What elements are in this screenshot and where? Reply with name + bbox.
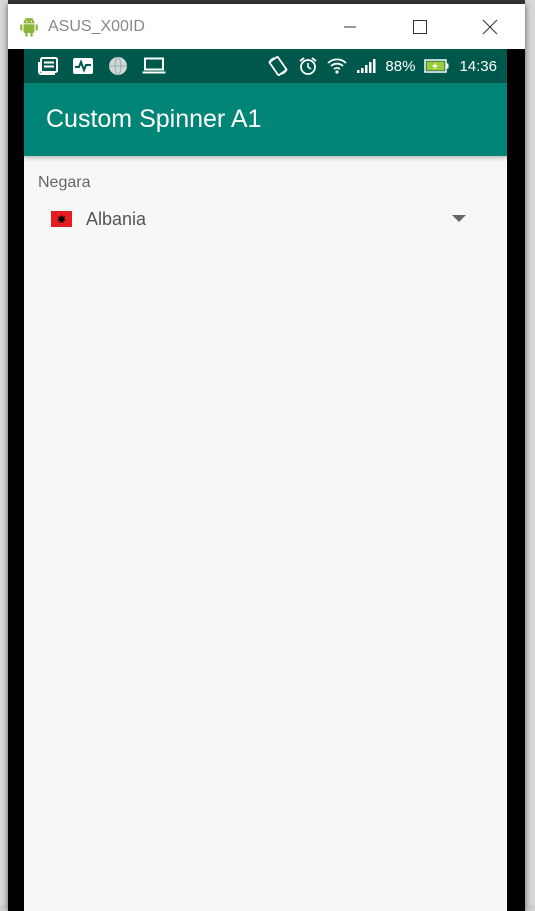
window-title: ASUS_X00ID <box>48 17 145 35</box>
country-spinner[interactable]: Albania <box>38 200 478 238</box>
emulator-window: ASUS_X00ID 88% 14:36 Custom Spinner A1 N… <box>8 4 525 911</box>
app-title: Custom Spinner A1 <box>46 105 262 133</box>
maximize-icon <box>413 19 427 34</box>
system-icons: 88% 14:36 <box>267 49 497 83</box>
battery-percent: 88% <box>385 57 416 75</box>
desktop-background-left <box>0 0 8 911</box>
rotate-icon <box>268 56 289 76</box>
minimize-button[interactable] <box>315 4 385 49</box>
desktop-background-right <box>525 0 535 911</box>
battery-charging-icon <box>424 59 449 73</box>
activity-icon <box>73 58 93 74</box>
status-clock: 14:36 <box>459 57 497 75</box>
android-icon <box>20 17 38 37</box>
window-controls <box>315 4 525 49</box>
albania-flag-icon <box>51 211 72 227</box>
wifi-icon <box>327 58 348 74</box>
maximize-button[interactable] <box>385 4 455 49</box>
app-toolbar: Custom Spinner A1 <box>24 83 507 156</box>
country-label: Negara <box>38 174 91 191</box>
window-titlebar[interactable]: ASUS_X00ID <box>8 4 525 49</box>
notification-icons <box>38 56 166 76</box>
news-icon <box>38 57 58 75</box>
signal-icon <box>357 59 376 73</box>
globe-icon <box>109 56 127 76</box>
close-icon <box>482 19 498 34</box>
status-bar: 88% 14:36 <box>24 49 507 83</box>
phone-screen: 88% 14:36 Custom Spinner A1 Negara Alban… <box>24 49 507 911</box>
alarm-icon <box>299 57 317 75</box>
spinner-selected-value: Albania <box>86 208 147 229</box>
close-button[interactable] <box>455 4 525 49</box>
dropdown-arrow-icon <box>452 215 466 222</box>
laptop-icon <box>142 57 166 74</box>
minimize-icon <box>344 26 356 27</box>
